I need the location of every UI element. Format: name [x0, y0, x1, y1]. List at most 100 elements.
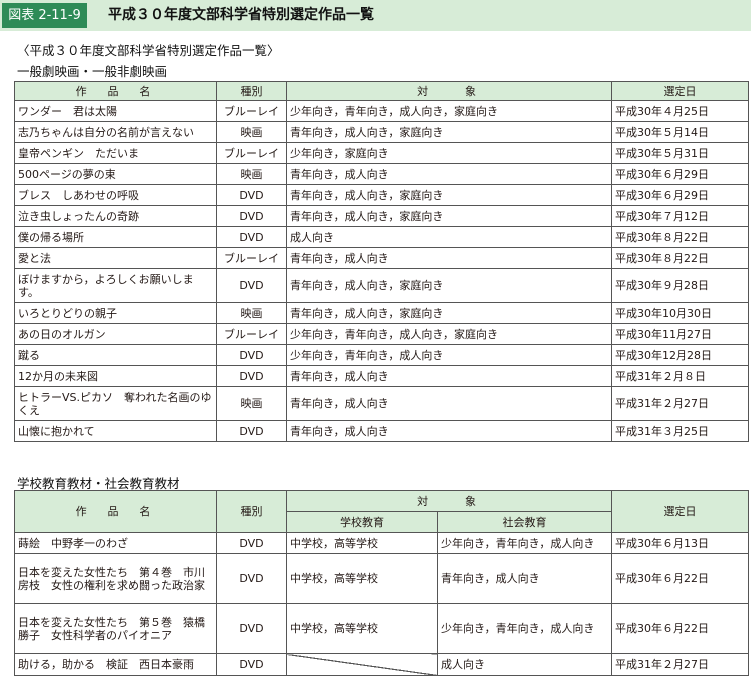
date-cell: 平成30年５月31日: [611, 142, 749, 164]
target-cell: 少年向き，青年向き，成人向き，家庭向き: [286, 100, 612, 122]
type-cell: ブルーレイ: [216, 142, 287, 164]
date-cell: 平成30年11月27日: [611, 323, 749, 345]
work-title-cell: ワンダー 君は太陽: [14, 100, 217, 122]
target-cell: 青年向き，成人向き，家庭向き: [286, 184, 612, 206]
target-cell: 青年向き，成人向き: [286, 420, 612, 442]
table-row: 助ける，助かる 検証 西日本豪雨 DVD 成人向き 平成31年２月27日: [14, 653, 749, 676]
target-cell: 青年向き，成人向き，家庭向き: [286, 121, 612, 143]
table-row: 志乃ちゃんは自分の名前が言えない 映画 青年向き，成人向き，家庭向き 平成30年５月1…: [14, 121, 749, 143]
type-cell: DVD: [216, 532, 287, 554]
date-cell: 平成30年５月14日: [611, 121, 749, 143]
work-title-cell: 僕の帰る場所: [14, 226, 217, 248]
target-cell: 青年向き，成人向き: [286, 365, 612, 387]
column-header-date: 選定日: [611, 81, 749, 101]
table-row: 日本を変えた女性たち 第５巻 猿橋勝子 女性科学者のパイオニア DVD 中学校，高等…: [14, 603, 749, 654]
figure-number-badge: 図表 2-11-9: [2, 3, 87, 28]
table-row: 山懐に抱かれて DVD 青年向き，成人向き 平成31年３月25日: [14, 420, 749, 442]
date-cell: 平成31年２月８日: [611, 365, 749, 387]
type-cell: DVD: [216, 344, 287, 366]
target-cell: 青年向き，成人向き，家庭向き: [286, 302, 612, 324]
table-row: ぼけますから，よろしくお願いします。 DVD 青年向き，成人向き，家庭向き 平成30年…: [14, 268, 749, 303]
date-cell: 平成30年９月28日: [611, 268, 749, 303]
type-cell: 映画: [216, 163, 287, 185]
type-cell: DVD: [216, 226, 287, 248]
type-cell: DVD: [216, 184, 287, 206]
table-row: 日本を変えた女性たち 第４巻 市川房枝 女性の権利を求め闘った政治家 DVD 中学校…: [14, 553, 749, 604]
social-target-cell: 少年向き，青年向き，成人向き: [437, 603, 612, 654]
table-row: ブレス しあわせの呼吸 DVD 青年向き，成人向き，家庭向き 平成30年６月29日: [14, 184, 749, 206]
table-row: 泣き虫しょったんの奇跡 DVD 青年向き，成人向き，家庭向き 平成30年７月12日: [14, 205, 749, 227]
work-title-cell: いろとりどりの親子: [14, 302, 217, 324]
type-cell: 映画: [216, 302, 287, 324]
date-cell: 平成30年６月29日: [611, 184, 749, 206]
target-cell: 成人向き: [286, 226, 612, 248]
table-row: 僕の帰る場所 DVD 成人向き 平成30年８月22日: [14, 226, 749, 248]
type-cell: DVD: [216, 365, 287, 387]
column-header-social: 社会教育: [437, 511, 612, 533]
general-films-table: 作 品 名 種別 対 象 選定日 ワンダー 君は太陽 ブルーレイ 少年向き，青年向き…: [14, 81, 749, 442]
column-header-school: 学校教育: [286, 511, 438, 533]
type-cell: DVD: [216, 553, 287, 604]
school-target-cell: 中学校，高等学校: [286, 532, 438, 554]
table-row: 蒔絵 中野孝一のわざ DVD 中学校，高等学校 少年向き，青年向き，成人向き 平成30年…: [14, 532, 749, 554]
date-cell: 平成30年８月22日: [611, 226, 749, 248]
target-cell: 青年向き，成人向き，家庭向き: [286, 205, 612, 227]
date-cell: 平成30年７月12日: [611, 205, 749, 227]
work-title-cell: 皇帝ペンギン ただいま: [14, 142, 217, 164]
work-title-cell: 蒔絵 中野孝一のわざ: [14, 532, 217, 554]
type-cell: ブルーレイ: [216, 323, 287, 345]
section1-heading: 一般劇映画・一般非劇映画: [17, 64, 168, 79]
table-row: いろとりどりの親子 映画 青年向き，成人向き，家庭向き 平成30年10月30日: [14, 302, 749, 324]
column-header-target: 対 象: [286, 81, 612, 101]
target-cell: 少年向き，青年向き，成人向き: [286, 344, 612, 366]
target-cell: 少年向き，青年向き，成人向き，家庭向き: [286, 323, 612, 345]
work-title-cell: 蹴る: [14, 344, 217, 366]
type-cell: 映画: [216, 121, 287, 143]
column-header-date: 選定日: [611, 490, 749, 533]
table-row: ワンダー 君は太陽 ブルーレイ 少年向き，青年向き，成人向き，家庭向き 平成30年４月…: [14, 100, 749, 122]
social-target-cell: 成人向き: [437, 653, 612, 676]
type-cell: DVD: [216, 653, 287, 676]
list-caption: 〈平成３０年度文部科学省特別選定作品一覧〉: [17, 43, 280, 58]
column-header-title: 作 品 名: [14, 81, 217, 101]
table-row: 愛と法 ブルーレイ 青年向き，成人向き 平成30年８月22日: [14, 247, 749, 269]
type-cell: DVD: [216, 268, 287, 303]
target-cell: 青年向き，成人向き: [286, 386, 612, 421]
work-title-cell: ブレス しあわせの呼吸: [14, 184, 217, 206]
date-cell: 平成30年６月13日: [611, 532, 749, 554]
table-row: 蹴る DVD 少年向き，青年向き，成人向き 平成30年12月28日: [14, 344, 749, 366]
work-title-cell: 泣き虫しょったんの奇跡: [14, 205, 217, 227]
target-cell: 青年向き，成人向き: [286, 163, 612, 185]
school-target-cell: 中学校，高等学校: [286, 553, 438, 604]
table-header-row: 作 品 名 種別 対 象 選定日: [14, 81, 749, 101]
type-cell: DVD: [216, 205, 287, 227]
figure-title: 平成３０年度文部科学省特別選定作品一覧: [108, 7, 374, 23]
work-title-cell: あの日のオルガン: [14, 323, 217, 345]
work-title-cell: 日本を変えた女性たち 第４巻 市川房枝 女性の権利を求め闘った政治家: [14, 553, 217, 604]
table-header-row: 作 品 名 種別 対 象 選定日: [14, 490, 749, 533]
date-cell: 平成31年２月27日: [611, 653, 749, 676]
date-cell: 平成31年２月27日: [611, 386, 749, 421]
table-row: あの日のオルガン ブルーレイ 少年向き，青年向き，成人向き，家庭向き 平成30年11月…: [14, 323, 749, 345]
social-target-cell: 青年向き，成人向き: [437, 553, 612, 604]
date-cell: 平成30年８月22日: [611, 247, 749, 269]
date-cell: 平成30年６月29日: [611, 163, 749, 185]
column-header-title: 作 品 名: [14, 490, 217, 533]
work-title-cell: 12か月の未来図: [14, 365, 217, 387]
school-target-cell: 中学校，高等学校: [286, 603, 438, 654]
target-cell: 青年向き，成人向き，家庭向き: [286, 268, 612, 303]
work-title-cell: 助ける，助かる 検証 西日本豪雨: [14, 653, 217, 676]
column-header-type: 種別: [216, 490, 287, 533]
school-target-cell: [286, 653, 438, 676]
column-header-type: 種別: [216, 81, 287, 101]
work-title-cell: 愛と法: [14, 247, 217, 269]
date-cell: 平成30年６月22日: [611, 553, 749, 604]
table-row: 12か月の未来図 DVD 青年向き，成人向き 平成31年２月８日: [14, 365, 749, 387]
type-cell: ブルーレイ: [216, 100, 287, 122]
date-cell: 平成30年６月22日: [611, 603, 749, 654]
date-cell: 平成31年３月25日: [611, 420, 749, 442]
work-title-cell: 日本を変えた女性たち 第５巻 猿橋勝子 女性科学者のパイオニア: [14, 603, 217, 654]
table-row: ヒトラーVS.ピカソ 奪われた名画のゆくえ 映画 青年向き，成人向き 平成31年２月2…: [14, 386, 749, 421]
date-cell: 平成30年10月30日: [611, 302, 749, 324]
work-title-cell: 500ページの夢の束: [14, 163, 217, 185]
